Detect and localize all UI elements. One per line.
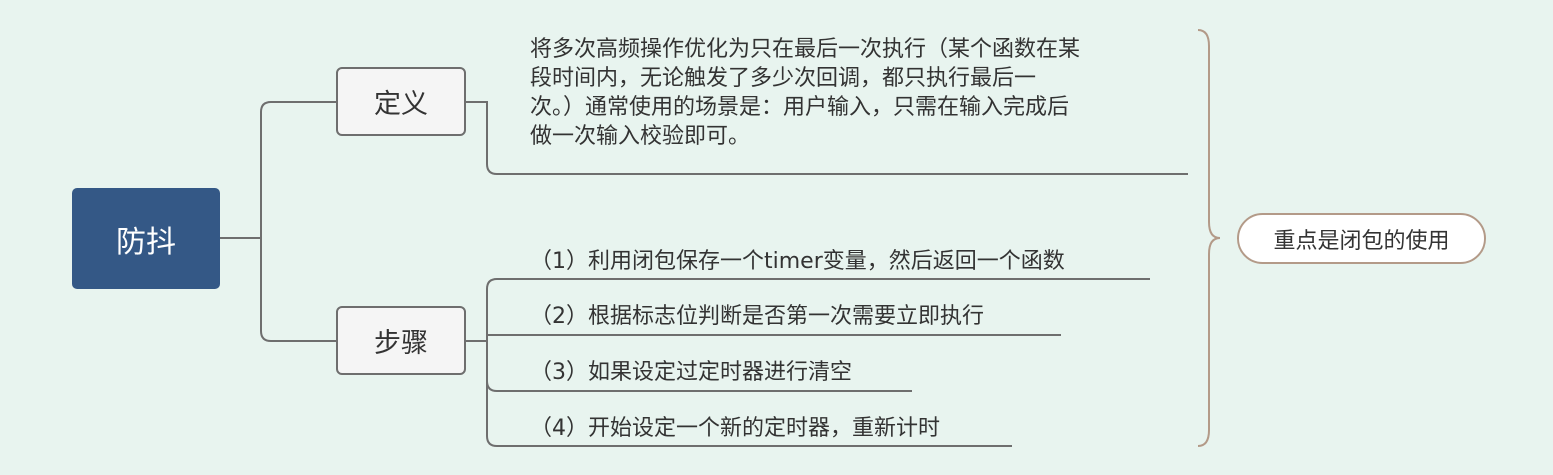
branch-label-steps: 步骤: [374, 328, 428, 359]
summary-node[interactable]: 重点是闭包的使用: [1237, 213, 1486, 264]
step-item-1[interactable]: （1）利用闭包保存一个timer变量，然后返回一个函数: [530, 243, 1065, 275]
step-item-2[interactable]: （2）根据标志位判断是否第一次需要立即执行: [530, 298, 984, 330]
definition-line: 做一次输入校验即可。: [530, 124, 751, 149]
definition-line: 次。）通常使用的场景是：用户输入，只需在输入完成后: [530, 95, 1070, 120]
step-item-4[interactable]: （4）开始设定一个新的定时器，重新计时: [530, 410, 940, 442]
definition-line: 将多次高频操作优化为只在最后一次执行（某个函数在某: [530, 37, 1081, 62]
definition-text[interactable]: 将多次高频操作优化为只在最后一次执行（某个函数在某 段时间内，无论触发了多少次回…: [530, 35, 1080, 151]
connector-root-to-definition: [260, 101, 336, 238]
root-label: 防抖: [116, 224, 176, 260]
root-node[interactable]: 防抖: [72, 188, 220, 289]
connector-root-to-steps: [260, 238, 336, 342]
branch-label-definition: 定义: [374, 89, 428, 120]
summary-label: 重点是闭包的使用: [1273, 228, 1450, 254]
definition-line: 段时间内，无论触发了多少次回调，都只执行最后一: [530, 66, 1037, 91]
branch-node-definition[interactable]: 定义: [336, 67, 466, 136]
branch-node-steps[interactable]: 步骤: [336, 306, 466, 375]
step-item-3[interactable]: （3）如果设定过定时器进行清空: [530, 354, 852, 386]
summary-brace: [1197, 29, 1221, 447]
